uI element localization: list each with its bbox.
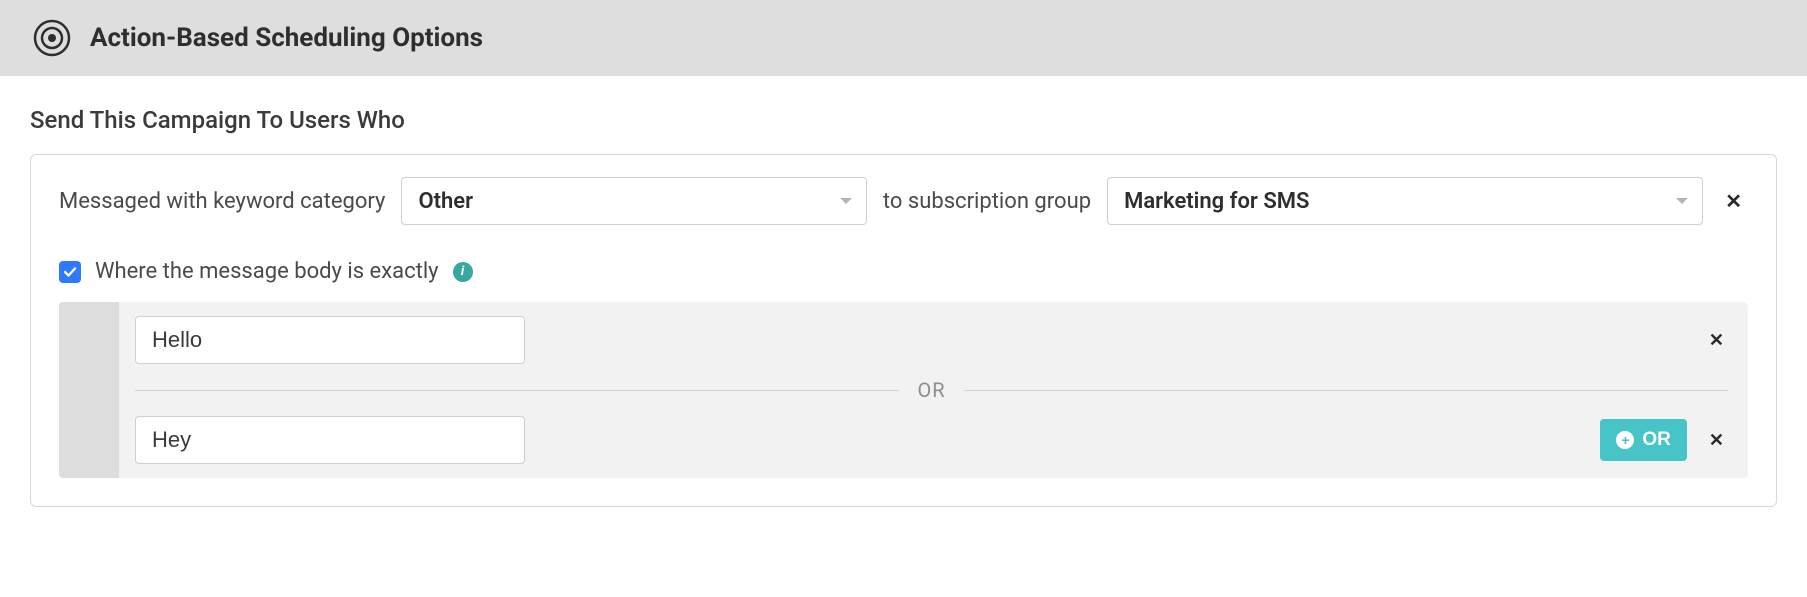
target-icon [32,18,72,58]
plus-icon: + [1616,431,1634,449]
info-icon[interactable]: i [453,262,473,282]
section-header: Action-Based Scheduling Options [0,0,1807,76]
body-match-toggle-row: Where the message body is exactly i [59,259,1748,284]
body-rule-row: + OR ✕ [135,416,1728,464]
remove-trigger-button[interactable]: ✕ [1719,191,1748,211]
subscription-group-value: Marketing for SMS [1124,189,1309,214]
remove-body-rule-button[interactable]: ✕ [1705,330,1728,351]
keyword-category-value: Other [418,189,473,214]
rule-row: Messaged with keyword category Other to … [59,177,1748,225]
rule-mid-label: to subscription group [883,189,1091,214]
rule-prefix-label: Messaged with keyword category [59,189,385,214]
or-divider: OR [135,378,1728,402]
remove-body-rule-button[interactable]: ✕ [1705,430,1728,451]
or-label: OR [899,378,963,402]
add-or-button[interactable]: + OR [1600,419,1687,461]
subscription-group-select[interactable]: Marketing for SMS [1107,177,1703,225]
chevron-down-icon [840,198,852,204]
content: Send This Campaign To Users Who Messaged… [0,76,1807,507]
body-match-label: Where the message body is exactly [95,259,439,284]
add-or-label: OR [1642,429,1671,451]
body-match-checkbox[interactable] [59,261,81,283]
chevron-down-icon [1676,198,1688,204]
subsection-title: Send This Campaign To Users Who [30,106,1777,134]
body-rules-container: ✕ OR + OR ✕ [59,302,1748,478]
message-body-input[interactable] [135,316,525,364]
keyword-category-select[interactable]: Other [401,177,866,225]
trigger-rule-card: Messaged with keyword category Other to … [30,154,1777,507]
body-rules-inner: ✕ OR + OR ✕ [119,302,1748,478]
body-rule-row: ✕ [135,316,1728,364]
drag-handle [59,302,119,478]
section-title: Action-Based Scheduling Options [90,23,483,53]
message-body-input[interactable] [135,416,525,464]
